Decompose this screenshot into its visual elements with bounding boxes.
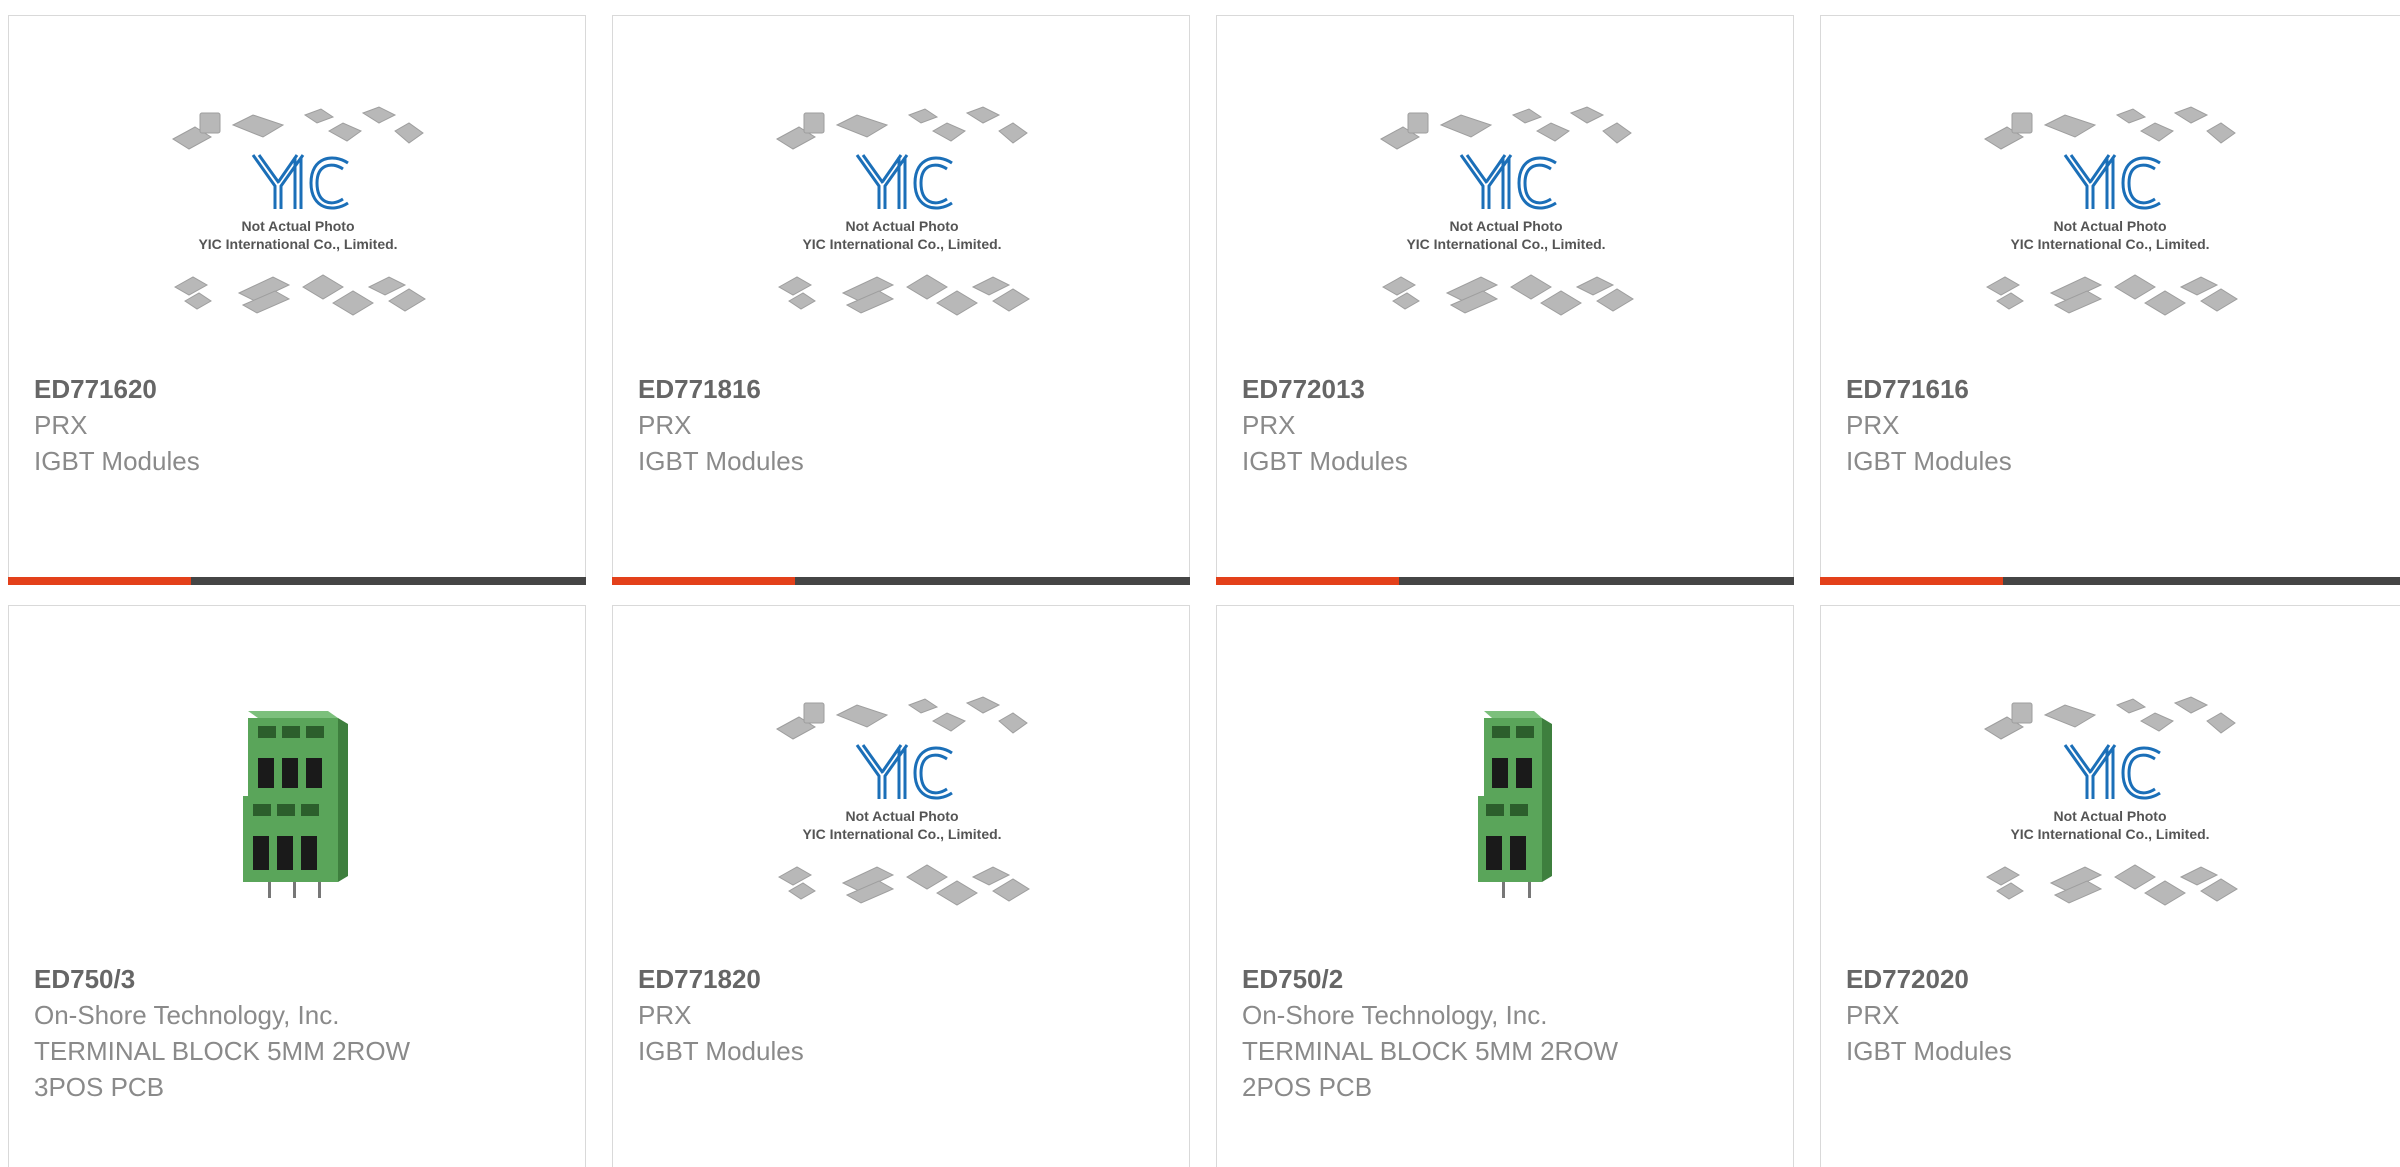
manufacturer-text: On-Shore Technology, Inc. — [1242, 1000, 1548, 1030]
yic-placeholder-image: Not Actual Photo YIC International Co., … — [1984, 106, 2238, 316]
placeholder-company: YIC International Co., Limited. — [802, 826, 1001, 842]
card-accent-bar — [1820, 577, 2003, 585]
part-number-link[interactable]: ED771616 — [1846, 371, 2381, 407]
placeholder-caption: Not Actual Photo — [241, 218, 354, 234]
product-card[interactable]: ED750/3 On-Shore Technology, Inc. TERMIN… — [8, 605, 586, 1167]
product-grid: Not Actual Photo YIC International Co., … — [0, 0, 2400, 1167]
description-text: IGBT Modules — [638, 1036, 804, 1066]
part-number-link[interactable]: ED772013 — [1242, 371, 1773, 407]
manufacturer-text: PRX — [34, 410, 88, 440]
product-image: Not Actual Photo YIC International Co., … — [613, 686, 1191, 916]
yic-placeholder-image: Not Actual Photo YIC International Co., … — [1984, 696, 2238, 906]
placeholder-company: YIC International Co., Limited. — [802, 236, 1001, 252]
terminal-block-3pos-image — [198, 696, 398, 906]
product-card[interactable]: Not Actual Photo YIC International Co., … — [1820, 605, 2400, 1167]
description-text: IGBT Modules — [1242, 446, 1408, 476]
placeholder-caption: Not Actual Photo — [1449, 218, 1562, 234]
card-bottom-bar — [1820, 577, 2400, 585]
card-bottom-bar — [612, 577, 1190, 585]
placeholder-company: YIC International Co., Limited. — [2010, 236, 2209, 252]
placeholder-caption: Not Actual Photo — [845, 218, 958, 234]
product-image: Not Actual Photo YIC International Co., … — [1821, 686, 2399, 916]
placeholder-caption: Not Actual Photo — [2053, 218, 2166, 234]
product-card[interactable]: Not Actual Photo YIC International Co., … — [1820, 15, 2400, 585]
description-text: IGBT Modules — [638, 446, 804, 476]
product-image — [9, 686, 587, 916]
manufacturer-text: PRX — [1846, 410, 1900, 440]
manufacturer-text: PRX — [1846, 1000, 1900, 1030]
placeholder-caption: Not Actual Photo — [845, 808, 958, 824]
product-card[interactable]: Not Actual Photo YIC International Co., … — [612, 605, 1190, 1167]
part-number-link[interactable]: ED750/3 — [34, 961, 565, 997]
product-image: Not Actual Photo YIC International Co., … — [1821, 96, 2399, 326]
yic-logo-icon — [855, 154, 953, 210]
part-number-link[interactable]: ED771816 — [638, 371, 1169, 407]
description-text: IGBT Modules — [34, 446, 200, 476]
part-number-link[interactable]: ED771620 — [34, 371, 565, 407]
manufacturer-text: PRX — [1242, 410, 1296, 440]
product-image: Not Actual Photo YIC International Co., … — [613, 96, 1191, 326]
yic-logo-icon — [855, 744, 953, 800]
product-card[interactable]: Not Actual Photo YIC International Co., … — [8, 15, 586, 585]
yic-placeholder-image: Not Actual Photo YIC International Co., … — [172, 106, 426, 316]
card-bottom-bar — [8, 577, 586, 585]
part-number-link[interactable]: ED771820 — [638, 961, 1169, 997]
yic-logo-icon — [251, 154, 349, 210]
description-text: TERMINAL BLOCK 5MM 2ROW 3POS PCB — [34, 1036, 411, 1102]
yic-logo-icon — [2063, 154, 2161, 210]
product-card[interactable]: ED750/2 On-Shore Technology, Inc. TERMIN… — [1216, 605, 1794, 1167]
card-accent-bar — [612, 577, 795, 585]
part-number-link[interactable]: ED772020 — [1846, 961, 2381, 997]
placeholder-caption: Not Actual Photo — [2053, 808, 2166, 824]
manufacturer-text: PRX — [638, 1000, 692, 1030]
terminal-block-2pos-image — [1406, 696, 1606, 906]
yic-logo-icon — [1459, 154, 1557, 210]
placeholder-company: YIC International Co., Limited. — [2010, 826, 2209, 842]
product-image: Not Actual Photo YIC International Co., … — [1217, 96, 1795, 326]
description-text: IGBT Modules — [1846, 446, 2012, 476]
yic-logo-icon — [2063, 744, 2161, 800]
card-accent-bar — [1216, 577, 1399, 585]
card-accent-bar — [8, 577, 191, 585]
part-number-link[interactable]: ED750/2 — [1242, 961, 1773, 997]
placeholder-company: YIC International Co., Limited. — [198, 236, 397, 252]
manufacturer-text: PRX — [638, 410, 692, 440]
description-text: TERMINAL BLOCK 5MM 2ROW 2POS PCB — [1242, 1036, 1619, 1102]
product-image — [1217, 686, 1795, 916]
yic-placeholder-image: Not Actual Photo YIC International Co., … — [776, 106, 1030, 316]
manufacturer-text: On-Shore Technology, Inc. — [34, 1000, 340, 1030]
placeholder-company: YIC International Co., Limited. — [1406, 236, 1605, 252]
card-bottom-bar — [1216, 577, 1794, 585]
product-card[interactable]: Not Actual Photo YIC International Co., … — [612, 15, 1190, 585]
product-image: Not Actual Photo YIC International Co., … — [9, 96, 587, 326]
description-text: IGBT Modules — [1846, 1036, 2012, 1066]
yic-placeholder-image: Not Actual Photo YIC International Co., … — [1380, 106, 1634, 316]
yic-placeholder-image: Not Actual Photo YIC International Co., … — [776, 696, 1030, 906]
product-card[interactable]: Not Actual Photo YIC International Co., … — [1216, 15, 1794, 585]
